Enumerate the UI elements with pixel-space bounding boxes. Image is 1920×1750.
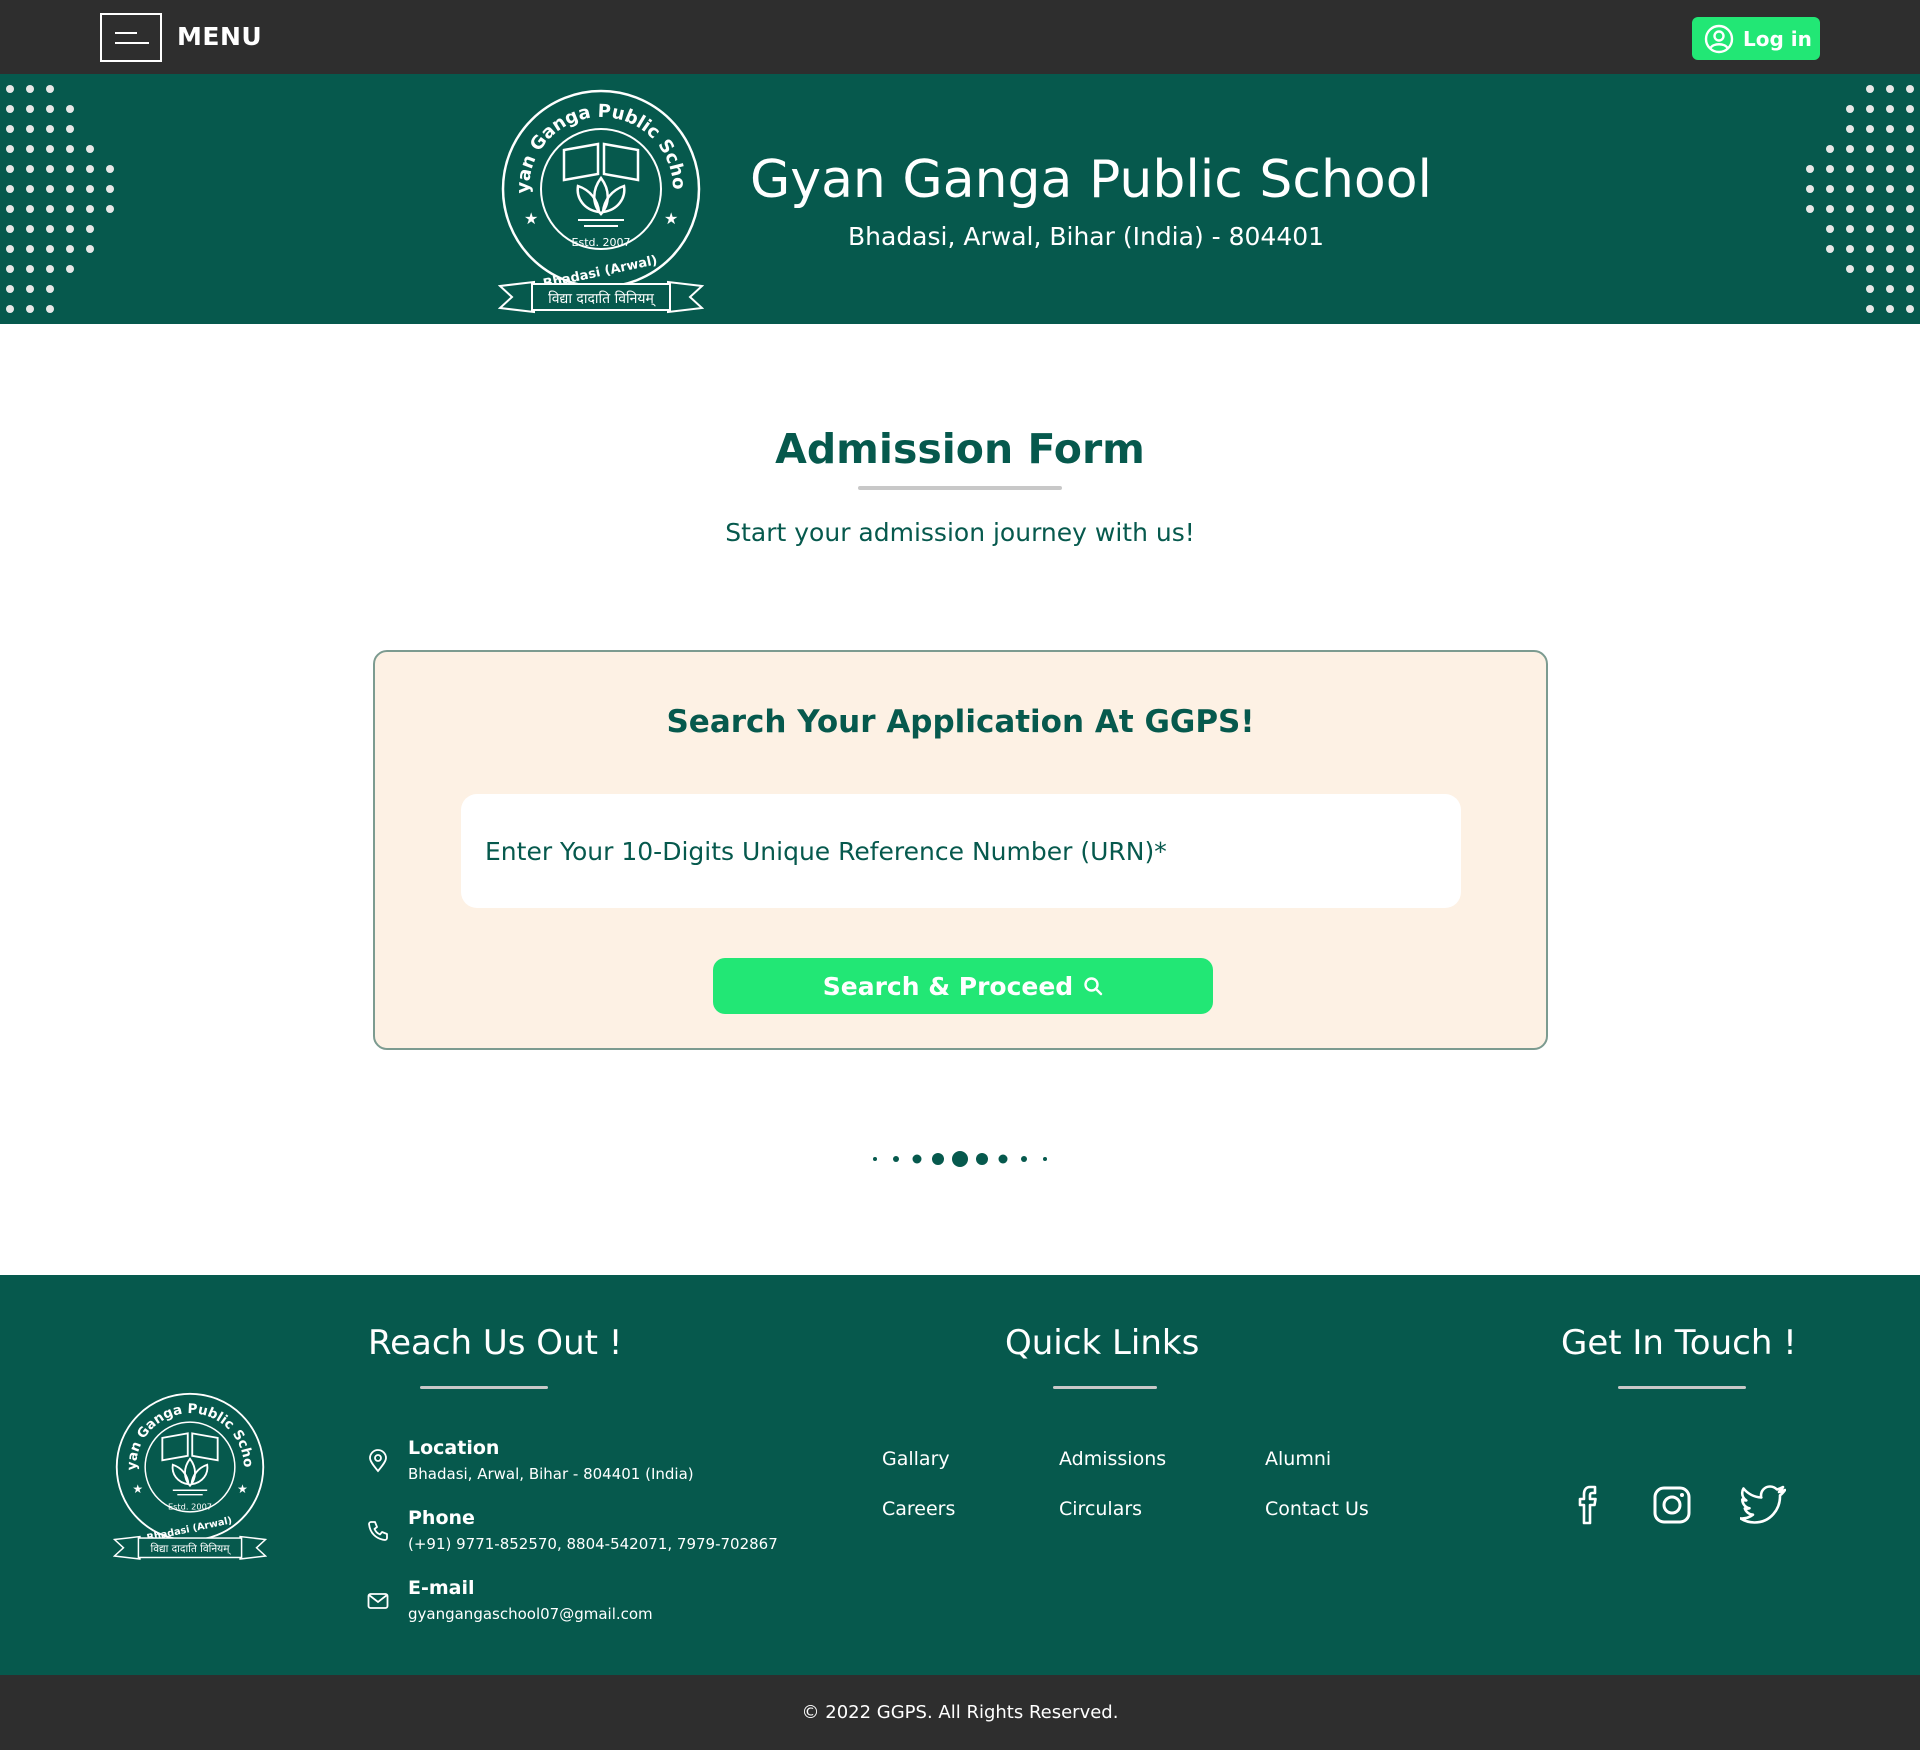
svg-text:विद्या दादाति विनियम्: विद्या दादाति विनियम् bbox=[548, 290, 656, 307]
menu-label[interactable]: MENU bbox=[177, 22, 262, 51]
get-in-touch-underline bbox=[1618, 1386, 1746, 1389]
school-logo[interactable]: Gyan Ganga Public School ★ ★ Estd. 2007 … bbox=[498, 86, 704, 316]
contact-location-value: Bhadasi, Arwal, Bihar - 804401 (India) bbox=[408, 1465, 694, 1483]
school-address: Bhadasi, Arwal, Bihar (India) - 804401 bbox=[848, 222, 1325, 251]
contact-location-title: Location bbox=[408, 1437, 500, 1459]
menu-button[interactable] bbox=[100, 13, 162, 62]
reach-us-underline bbox=[420, 1386, 548, 1389]
contact-phone: Phone (+91) 9771-852570, 8804-542071, 79… bbox=[366, 1507, 778, 1553]
user-circle-icon bbox=[1704, 24, 1734, 53]
link-circulars[interactable]: Circulars bbox=[1059, 1498, 1142, 1520]
link-contact-us[interactable]: Contact Us bbox=[1265, 1498, 1369, 1520]
contact-email-title: E-mail bbox=[408, 1577, 475, 1599]
link-careers[interactable]: Careers bbox=[882, 1498, 955, 1520]
page-subtitle: Start your admission journey with us! bbox=[725, 518, 1195, 547]
school-name: Gyan Ganga Public School bbox=[750, 150, 1432, 210]
location-pin-icon bbox=[369, 1449, 387, 1473]
svg-text:Estd. 2007: Estd. 2007 bbox=[168, 1502, 212, 1512]
dot-pattern-left bbox=[6, 85, 114, 313]
login-label: Log in bbox=[1743, 26, 1812, 51]
svg-text:★: ★ bbox=[132, 1482, 143, 1496]
facebook-icon[interactable] bbox=[1575, 1485, 1605, 1525]
urn-input[interactable] bbox=[461, 794, 1461, 908]
svg-text:विद्या दादाति विनियम्: विद्या दादाति विनियम् bbox=[151, 1542, 232, 1555]
instagram-icon[interactable] bbox=[1652, 1485, 1692, 1525]
quick-links-underline bbox=[1053, 1386, 1157, 1389]
card-title: Search Your Application At GGPS! bbox=[666, 704, 1255, 740]
application-search-card: Search Your Application At GGPS! Search … bbox=[373, 650, 1548, 1050]
contact-email: E-mail gyangangaschool07@gmail.com bbox=[366, 1577, 653, 1623]
search-proceed-button[interactable]: Search & Proceed bbox=[713, 958, 1213, 1014]
contact-email-value[interactable]: gyangangaschool07@gmail.com bbox=[408, 1605, 653, 1623]
search-button-label: Search & Proceed bbox=[822, 971, 1074, 1001]
header-banner: Gyan Ganga Public School ★ ★ Estd. 2007 … bbox=[0, 74, 1920, 324]
site-footer: Gyan Ganga Public School ★ ★ Estd. 2007 … bbox=[0, 1275, 1920, 1675]
reach-us-title: Reach Us Out ! bbox=[368, 1323, 623, 1363]
link-admissions[interactable]: Admissions bbox=[1059, 1448, 1166, 1470]
copyright-text: © 2022 GGPS. All Rights Reserved. bbox=[801, 1702, 1119, 1723]
svg-text:★: ★ bbox=[237, 1482, 248, 1496]
link-gallary[interactable]: Gallary bbox=[882, 1448, 950, 1470]
loading-spinner-dots bbox=[873, 1151, 1047, 1167]
mail-icon bbox=[367, 1593, 389, 1609]
link-alumni[interactable]: Alumni bbox=[1265, 1448, 1331, 1470]
quick-links-title: Quick Links bbox=[1005, 1323, 1200, 1363]
title-underline bbox=[858, 486, 1062, 490]
contact-phone-title: Phone bbox=[408, 1507, 475, 1529]
svg-text:★: ★ bbox=[524, 209, 538, 228]
contact-phone-value[interactable]: (+91) 9771-852570, 8804-542071, 7979-702… bbox=[408, 1535, 778, 1553]
footer-school-logo[interactable]: Gyan Ganga Public School ★ ★ Estd. 2007 … bbox=[113, 1390, 267, 1562]
twitter-icon[interactable] bbox=[1740, 1485, 1786, 1525]
hamburger-line bbox=[115, 42, 149, 44]
page-title: Admission Form bbox=[775, 425, 1145, 473]
phone-icon bbox=[368, 1521, 388, 1541]
copyright-bar: © 2022 GGPS. All Rights Reserved. bbox=[0, 1675, 1920, 1750]
top-navbar: MENU Log in bbox=[0, 0, 1920, 74]
contact-location: Location Bhadasi, Arwal, Bihar - 804401 … bbox=[366, 1437, 694, 1483]
hamburger-icon bbox=[115, 32, 137, 34]
search-icon bbox=[1084, 977, 1103, 996]
svg-text:Estd. 2007: Estd. 2007 bbox=[572, 236, 631, 249]
login-button[interactable]: Log in bbox=[1692, 17, 1820, 60]
svg-text:★: ★ bbox=[664, 209, 678, 228]
get-in-touch-title: Get In Touch ! bbox=[1561, 1323, 1797, 1363]
dot-pattern-right bbox=[1806, 85, 1914, 313]
